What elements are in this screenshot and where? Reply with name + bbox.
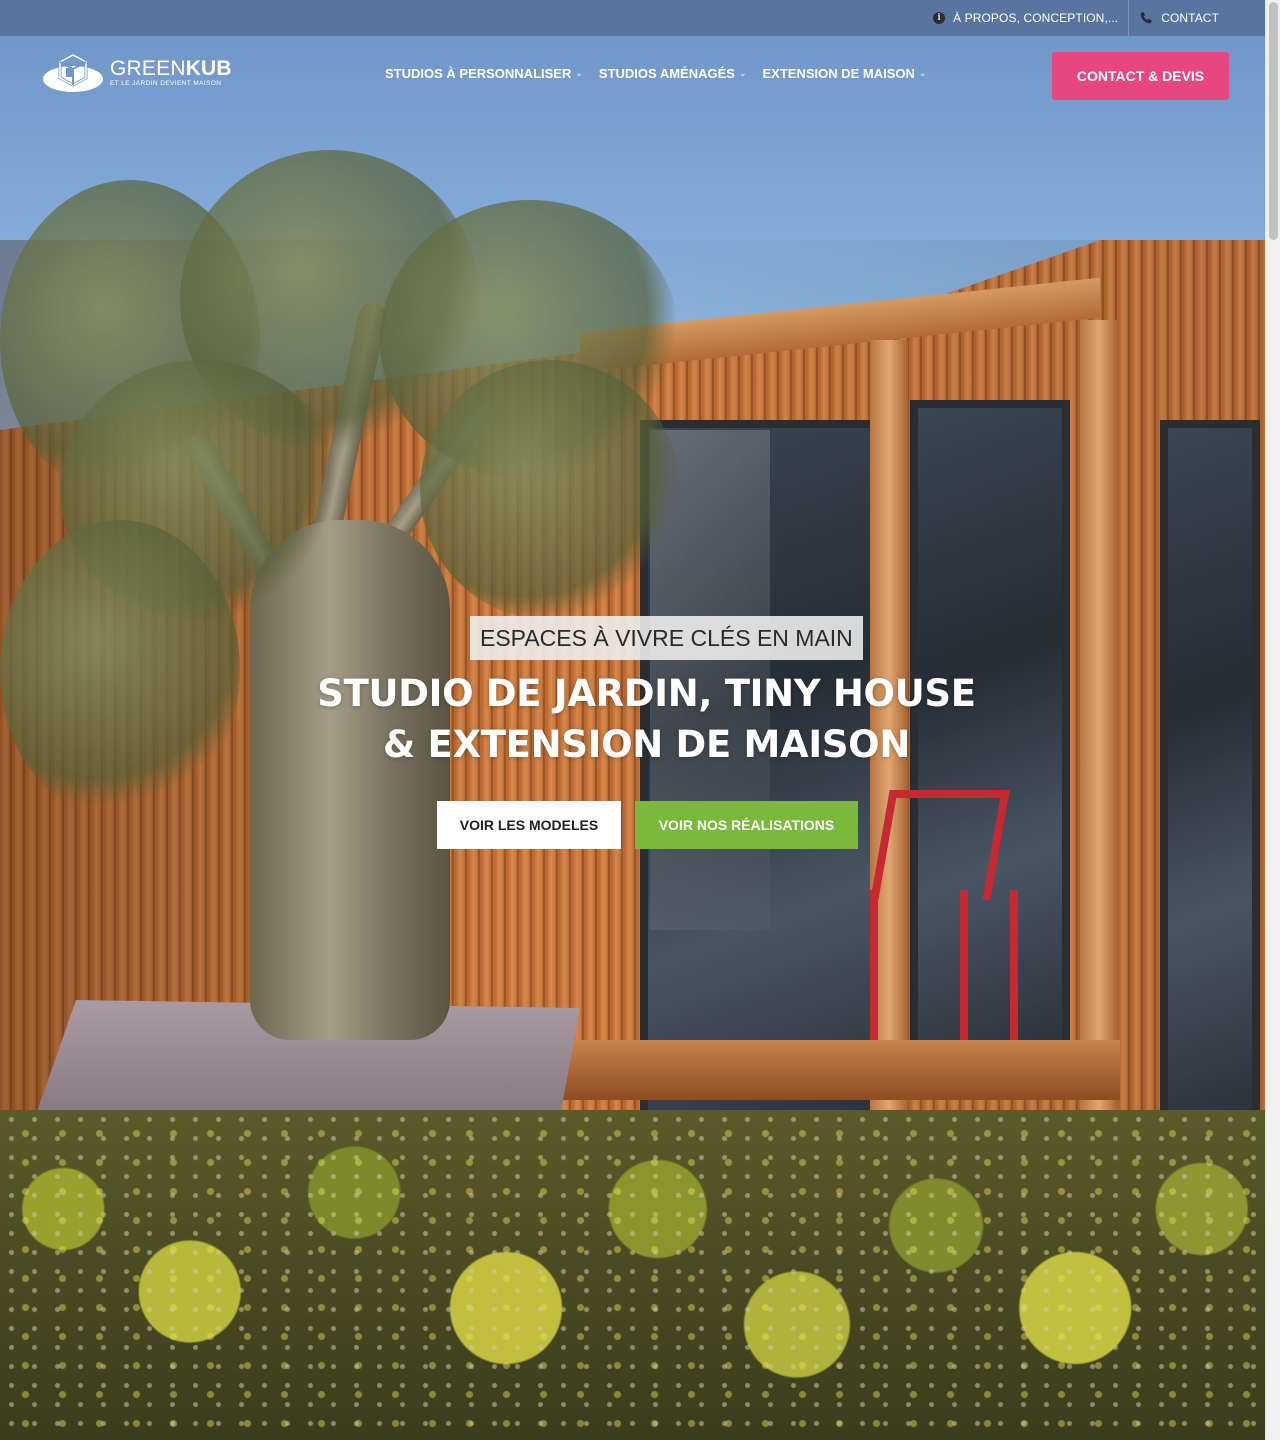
hero-kicker: ESPACES À VIVRE CLÉS EN MAIN bbox=[470, 616, 863, 660]
contact-devis-button[interactable]: CONTACT & DEVIS bbox=[1052, 52, 1229, 100]
logo-wordmark: GREENKUB bbox=[110, 58, 232, 79]
logo-tagline: ET LE JARDIN DEVIENT MAISON bbox=[110, 80, 222, 88]
logo-text: GREENKUB ET LE JARDIN DEVIENT MAISON bbox=[110, 58, 232, 88]
main-nav: STUDIOS À PERSONNALISER ⌄ STUDIOS AMÉNAG… bbox=[385, 66, 926, 81]
scrollbar-thumb[interactable] bbox=[1269, 2, 1278, 240]
bush-flowers bbox=[0, 1110, 1265, 1440]
chair-leg bbox=[870, 890, 878, 1060]
chevron-down-icon: ⌄ bbox=[918, 68, 927, 78]
logo-cube-icon bbox=[43, 53, 103, 92]
chair-leg bbox=[1010, 890, 1018, 1050]
phone-icon bbox=[1140, 11, 1152, 24]
foliage bbox=[420, 360, 680, 620]
nav-item-label: STUDIOS AMÉNAGÉS bbox=[598, 66, 735, 81]
site-header: GREENKUB ET LE JARDIN DEVIENT MAISON STU… bbox=[0, 36, 1265, 116]
topbar-contact-label: CONTACT bbox=[1161, 11, 1219, 25]
topbar-about-label: À PROPOS, CONCEPTION,... bbox=[953, 11, 1119, 25]
topbar-contact-link[interactable]: CONTACT bbox=[1129, 0, 1229, 36]
topbar-about-link[interactable]: i À PROPOS, CONCEPTION,... bbox=[923, 0, 1128, 36]
hero-headline: STUDIO DE JARDIN, TINY HOUSE & EXTENSION… bbox=[0, 668, 1280, 770]
nav-item-label: STUDIOS À PERSONNALISER bbox=[385, 66, 572, 81]
nav-item-extension-de-maison[interactable]: EXTENSION DE MAISON ⌄ bbox=[762, 66, 926, 81]
red-chair bbox=[870, 790, 1010, 900]
olive-tree-trunk bbox=[250, 520, 450, 1040]
nav-item-studios-amenages[interactable]: STUDIOS AMÉNAGÉS ⌄ bbox=[599, 66, 747, 81]
hero-headline-line2: & EXTENSION DE MAISON bbox=[382, 723, 910, 766]
voir-nos-realisations-button[interactable]: VOIR NOS RÉALISATIONS bbox=[635, 801, 858, 849]
cabin-deck bbox=[560, 1040, 1120, 1100]
top-bar: i À PROPOS, CONCEPTION,... CONTACT bbox=[0, 0, 1265, 36]
greenkub-logo[interactable]: GREENKUB ET LE JARDIN DEVIENT MAISON bbox=[42, 52, 234, 94]
info-icon: i bbox=[933, 12, 946, 24]
logo-word-light: GREEN bbox=[110, 57, 186, 81]
voir-les-modeles-button[interactable]: VOIR LES MODELES bbox=[437, 801, 621, 849]
chevron-down-icon: ⌄ bbox=[738, 68, 747, 78]
chevron-down-icon: ⌄ bbox=[575, 68, 583, 78]
page-scrollbar[interactable] bbox=[1265, 0, 1280, 1440]
nav-item-studios-a-personnaliser[interactable]: STUDIOS À PERSONNALISER ⌄ bbox=[385, 66, 583, 81]
nav-item-label: EXTENSION DE MAISON bbox=[762, 66, 915, 81]
hero-headline-line1: STUDIO DE JARDIN, TINY HOUSE bbox=[317, 672, 976, 715]
logo-word-bold: KUB bbox=[185, 57, 232, 81]
chair-leg bbox=[960, 890, 968, 1050]
cabin-window bbox=[1160, 420, 1260, 1120]
